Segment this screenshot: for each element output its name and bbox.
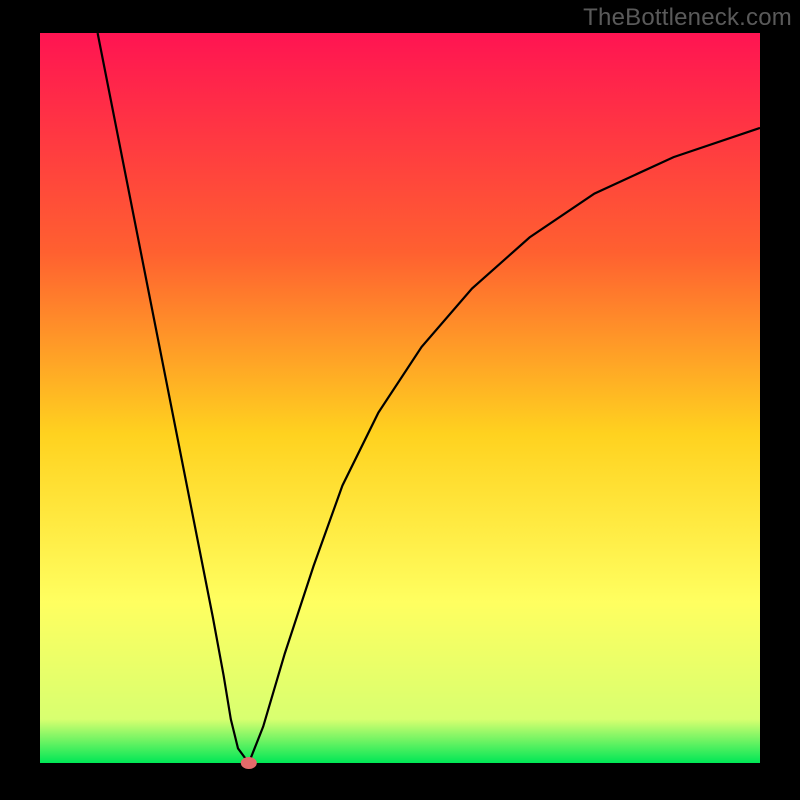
bottleneck-chart xyxy=(0,0,800,800)
chart-container: TheBottleneck.com xyxy=(0,0,800,800)
watermark-text: TheBottleneck.com xyxy=(583,4,792,32)
optimal-point-marker xyxy=(241,757,257,769)
plot-area xyxy=(40,33,760,763)
